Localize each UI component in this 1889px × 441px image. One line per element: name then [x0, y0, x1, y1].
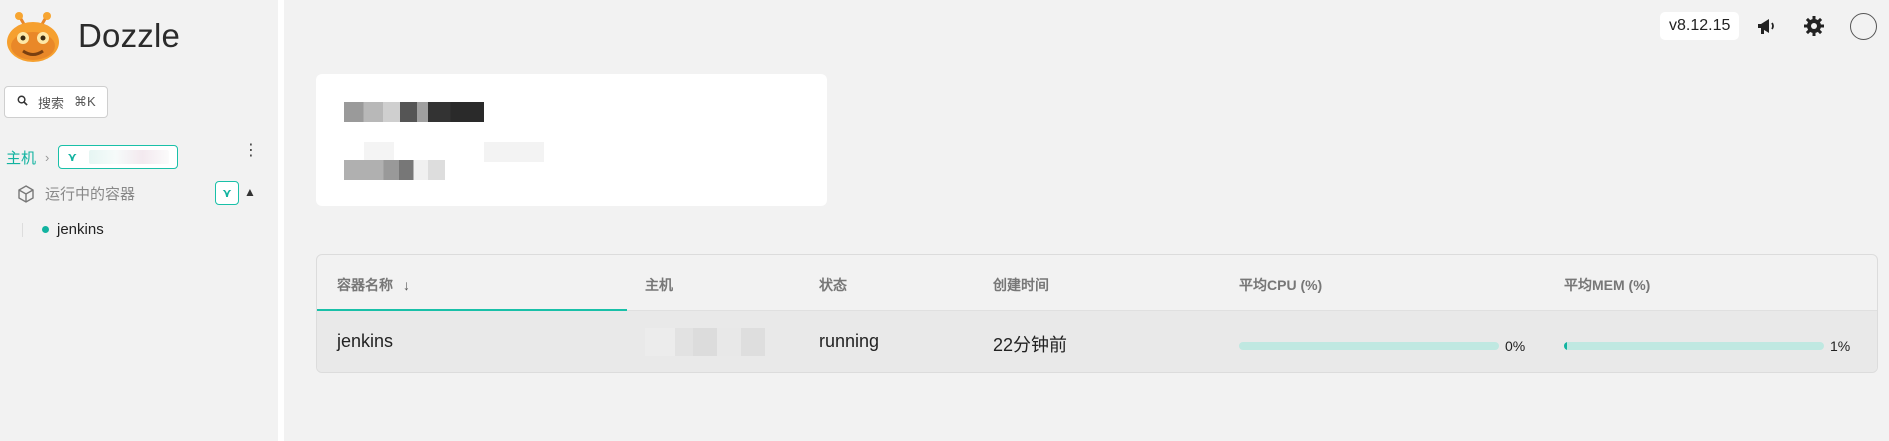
containers-group-header[interactable]: 运行中的容器 ⋎ ▲ [16, 181, 261, 205]
user-avatar[interactable] [1850, 13, 1877, 40]
gear-icon[interactable] [1802, 14, 1826, 38]
redacted-host-cell [645, 328, 765, 356]
cell-state: running [819, 331, 880, 351]
containers-group-label: 运行中的容器 [45, 186, 136, 203]
brand-name: Dozzle [78, 17, 181, 54]
redacted-host-name [89, 150, 170, 164]
mem-bar-track [1564, 342, 1824, 350]
redacted-block [344, 160, 464, 180]
filter-icon: ⋎ [67, 150, 78, 164]
column-header-state[interactable]: 状态 [819, 275, 847, 295]
version-badge[interactable]: v8.12.15 [1660, 12, 1740, 40]
search-button[interactable]: 搜索 ⌘K [4, 86, 108, 118]
column-header-mem[interactable]: 平均MEM (%) [1564, 275, 1650, 295]
kebab-menu-icon[interactable]: ⋮ [243, 143, 259, 159]
mem-bar-fill [1564, 342, 1567, 350]
chevron-right-icon: › [45, 149, 50, 165]
sidebar-item-container[interactable]: jenkins [22, 221, 104, 238]
redacted-block [484, 142, 544, 162]
sort-arrow-icon: ↓ [403, 277, 410, 293]
dozzle-logo-icon [7, 12, 59, 62]
column-header-name[interactable]: 容器名称 ↓ [337, 275, 410, 295]
cube-icon [18, 184, 34, 203]
cpu-value: 0% [1505, 338, 1526, 354]
cell-created: 22分钟前 [993, 335, 1068, 355]
search-shortcut: ⌘K [74, 94, 96, 109]
filter-icon: ⋎ [222, 186, 232, 200]
cell-container-name: jenkins [337, 331, 394, 351]
table-row[interactable]: jenkins running 22分钟前 0% 1% [317, 311, 1877, 372]
host-info-card [316, 74, 827, 206]
host-select[interactable]: ⋎ [58, 145, 179, 169]
column-header-created[interactable]: 创建时间 [993, 275, 1049, 295]
column-header-host[interactable]: 主机 [645, 275, 673, 295]
sidebar: Dozzle 搜索 ⌘K 主机 › ⋎ ⋮ 运行中的容器 ⋎ ▲ jenkins [0, 0, 278, 441]
chevron-up-icon[interactable]: ▲ [244, 185, 256, 199]
megaphone-icon[interactable] [1755, 14, 1779, 38]
containers-table: 容器名称 ↓ 主机 状态 创建时间 平均CPU (%) 平均MEM (%) jen… [316, 254, 1878, 373]
redacted-block [344, 102, 484, 122]
mem-value: 1% [1830, 338, 1851, 354]
search-label: 搜索 [38, 95, 65, 111]
tree-line [22, 222, 23, 237]
container-filter-button[interactable]: ⋎ [215, 181, 239, 205]
redacted-block [364, 142, 394, 162]
column-header-label: 容器名称 [337, 277, 393, 293]
sidebar-divider [278, 0, 284, 441]
cpu-bar-track [1239, 342, 1499, 350]
brand[interactable]: Dozzle [3, 6, 180, 66]
search-icon [17, 95, 28, 109]
running-status-dot [42, 226, 49, 233]
host-selector-row: 主机 › ⋎ [6, 145, 256, 169]
cpu-usage: 0% [1239, 338, 1525, 354]
host-breadcrumb-link[interactable]: 主机 [6, 147, 36, 168]
sidebar-container-name: jenkins [57, 221, 104, 238]
table-header: 容器名称 ↓ 主机 状态 创建时间 平均CPU (%) 平均MEM (%) [317, 255, 1877, 311]
mem-usage: 1% [1564, 338, 1850, 354]
column-header-cpu[interactable]: 平均CPU (%) [1239, 275, 1322, 295]
